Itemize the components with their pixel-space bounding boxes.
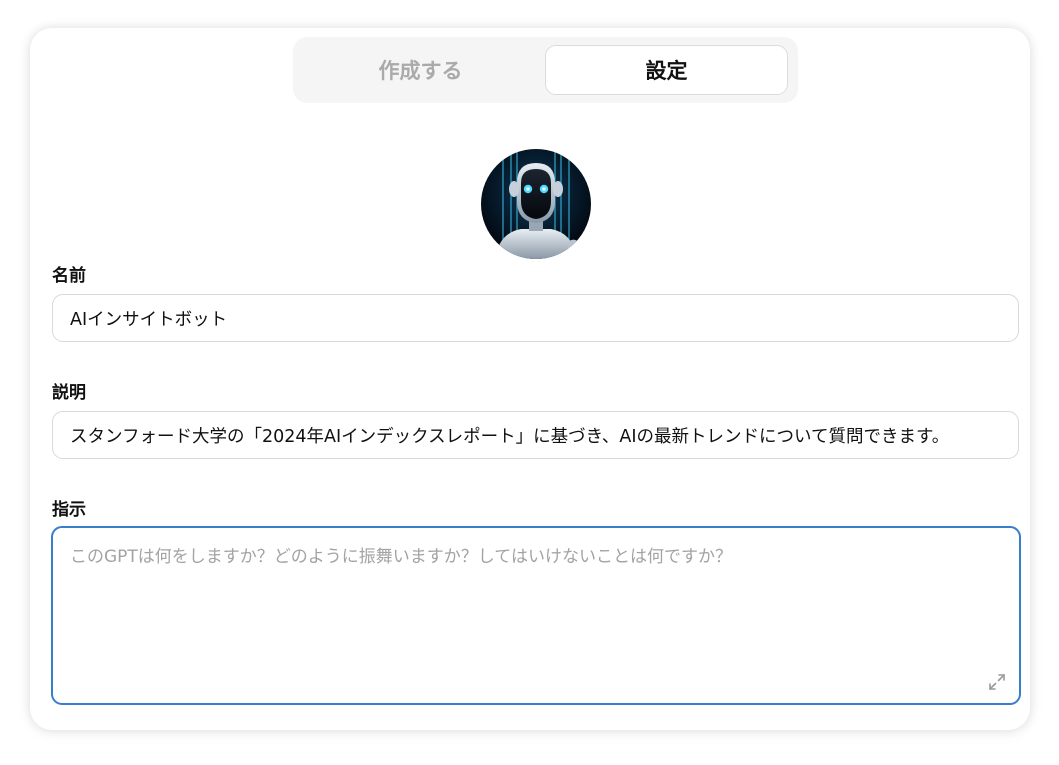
robot-avatar-image xyxy=(481,149,591,259)
description-field[interactable]: スタンフォード大学の「2024年AIインデックスレポート」に基づき、AIの最新ト… xyxy=(52,411,1019,459)
name-field[interactable]: AIインサイトボット xyxy=(52,294,1019,342)
instructions-textarea[interactable]: このGPTは何をしますか？どのように振舞いますか？してはいけないことは何ですか？ xyxy=(51,526,1021,705)
gpt-config-panel: 作成する 設定 名前 AIインサイトボット 説明 スタンフォード大学の「2024… xyxy=(30,28,1030,730)
instructions-label: 指示 xyxy=(52,500,86,520)
mode-tab-bar: 作成する 設定 xyxy=(293,37,798,103)
tab-settings[interactable]: 設定 xyxy=(545,45,788,95)
robot-avatar-icon[interactable] xyxy=(481,149,591,259)
screenshot-frame: 作成する 設定 名前 AIインサイトボット 説明 スタンフォード大学の「2024… xyxy=(0,0,1059,765)
instructions-placeholder: このGPTは何をしますか？どのように振舞いますか？してはいけないことは何ですか？ xyxy=(70,547,732,567)
description-label: 説明 xyxy=(52,383,86,403)
expand-icon[interactable] xyxy=(987,672,1007,692)
tab-create[interactable]: 作成する xyxy=(299,45,542,95)
name-label: 名前 xyxy=(52,266,86,286)
